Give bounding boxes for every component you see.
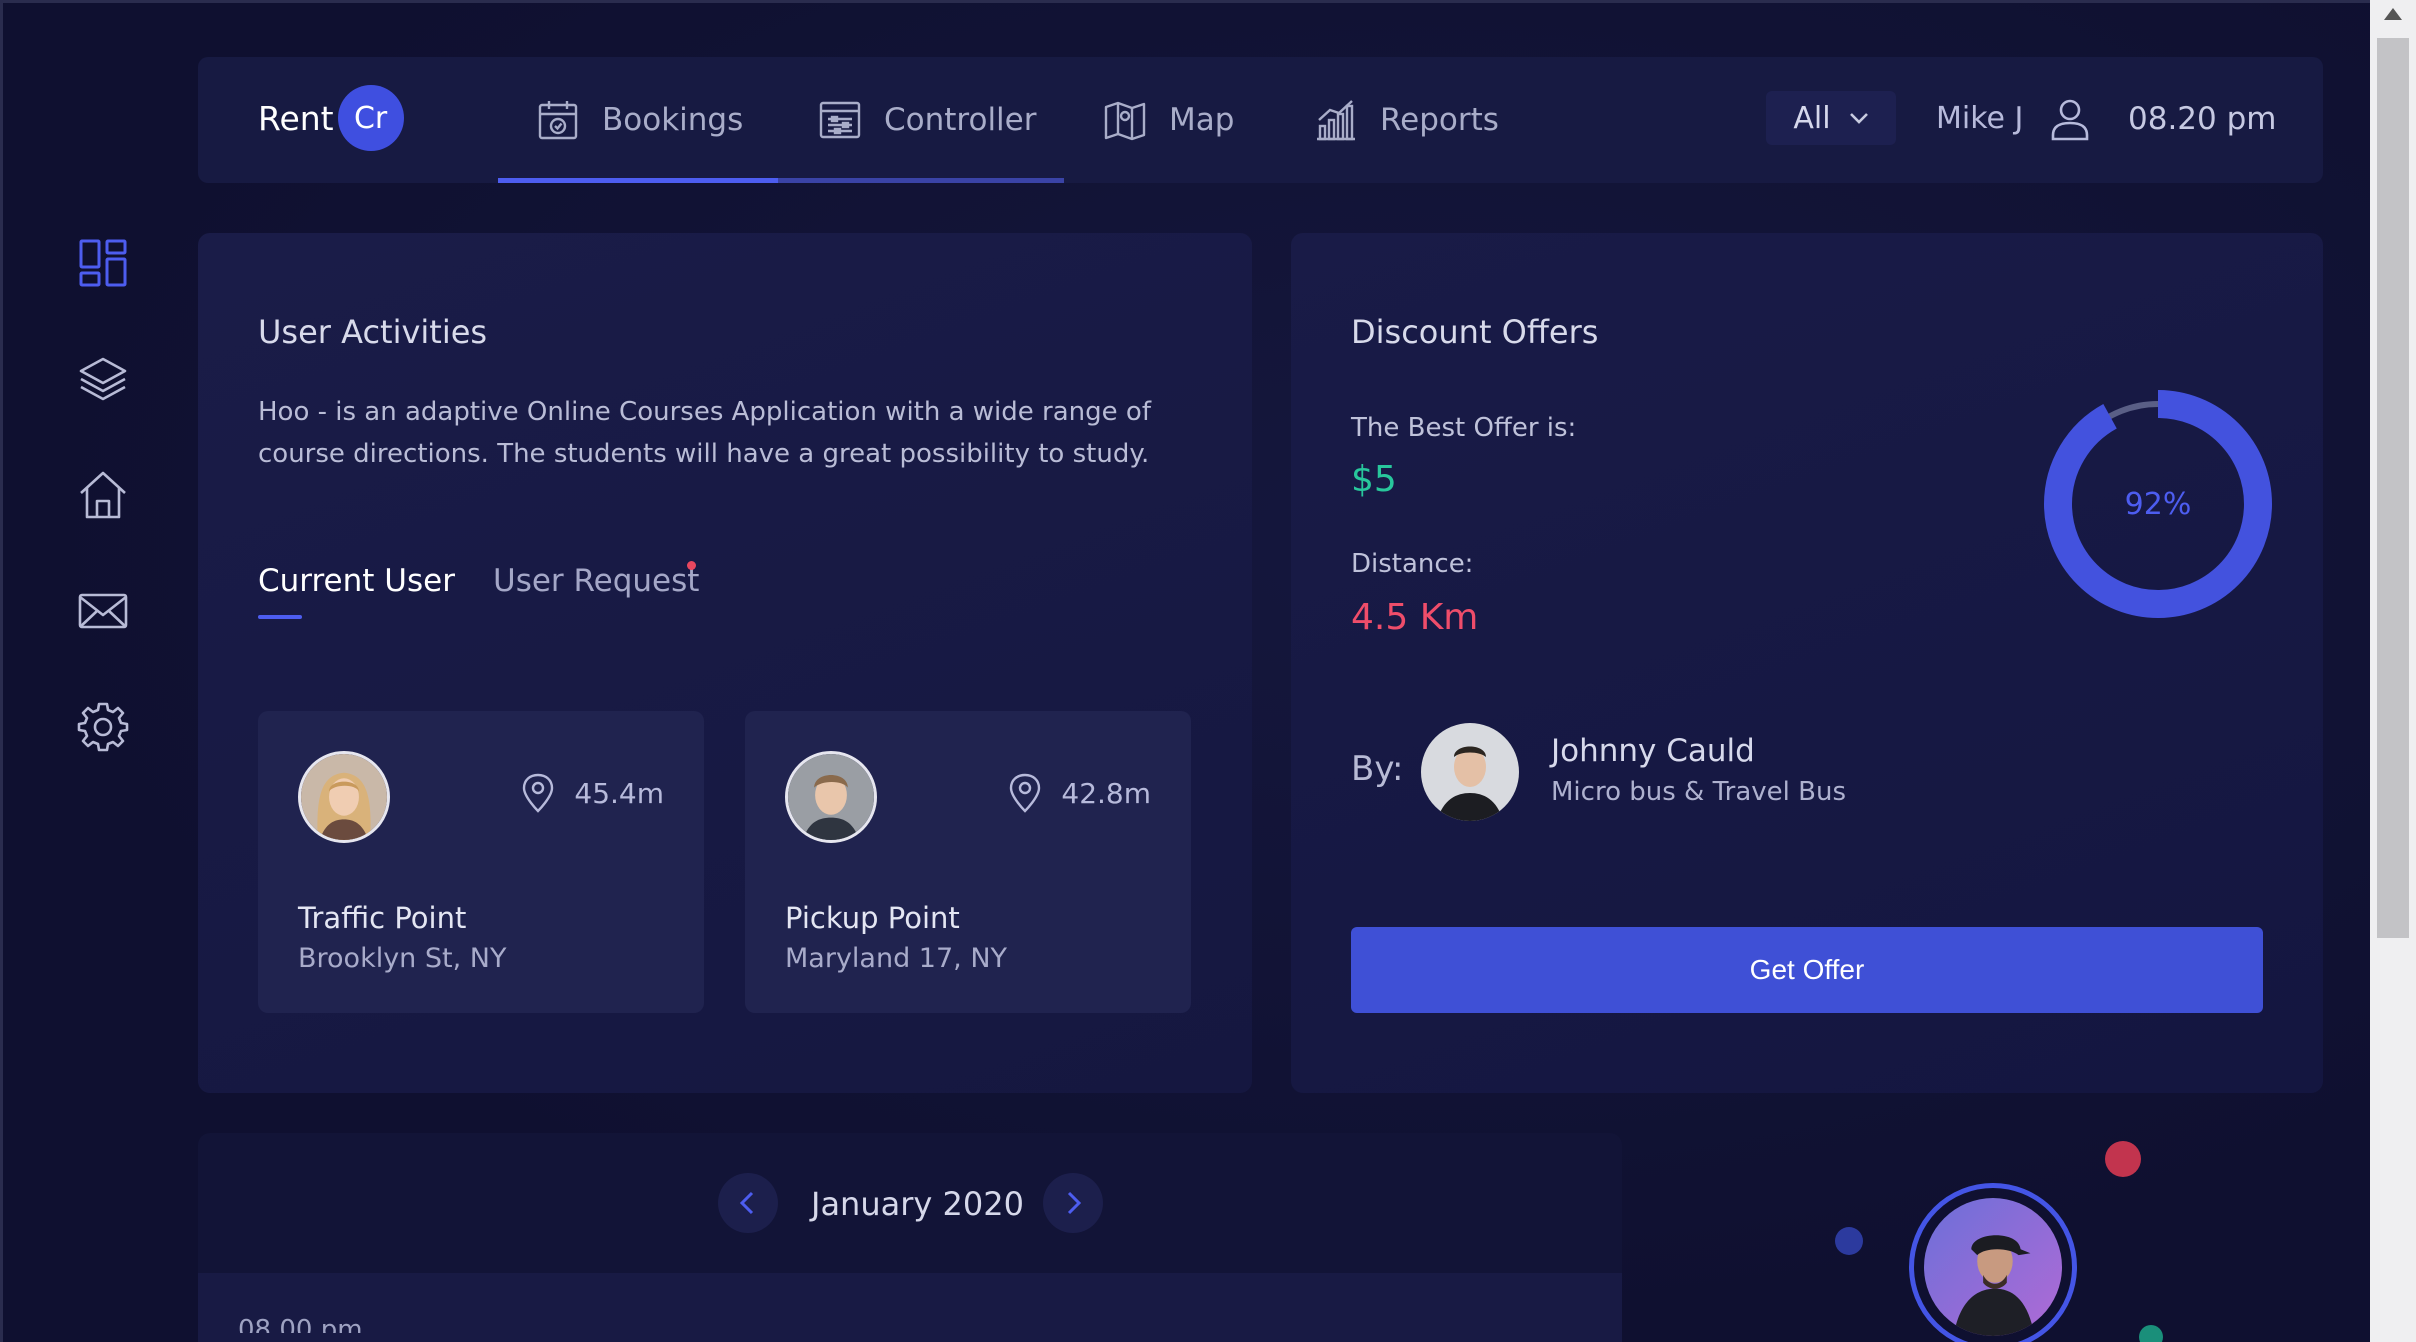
location-name: Pickup Point — [785, 901, 960, 935]
filter-dropdown[interactable]: All — [1766, 91, 1896, 145]
tab-controller[interactable]: Controller — [818, 57, 1037, 183]
location-name: Traffic Point — [298, 901, 467, 935]
calendar-time-slot: 08.00 pm — [238, 1315, 363, 1333]
mail-icon — [78, 593, 128, 629]
tab-hover-indicator — [778, 178, 1064, 183]
current-time: 08.20 pm — [2128, 101, 2277, 137]
distance-value: 4.5 Km — [1351, 597, 1479, 638]
location-pin-icon — [1010, 773, 1041, 813]
calendar-next-button[interactable] — [1043, 1173, 1103, 1233]
best-offer-label: The Best Offer is: — [1351, 413, 1577, 443]
calendar-panel: January 2020 08.00 pm — [198, 1133, 1622, 1342]
brand-text: Rent — [258, 98, 334, 138]
get-offer-button[interactable]: Get Offer — [1351, 927, 2263, 1013]
tab-current-user[interactable]: Current User — [258, 563, 455, 599]
tab-controller-label: Controller — [884, 102, 1037, 138]
calendar-check-icon — [538, 101, 578, 140]
location-distance-value: 45.4m — [574, 776, 664, 810]
tab-map[interactable]: Map — [1103, 57, 1234, 183]
location-address: Brooklyn St, NY — [298, 943, 507, 974]
location-card[interactable]: 42.8m Pickup Point Maryland 17, NY — [745, 711, 1191, 1013]
progress-label: 92% — [2124, 486, 2192, 522]
tab-reports-label: Reports — [1380, 102, 1499, 138]
tab-bookings[interactable]: Bookings — [536, 57, 743, 183]
scroll-up-arrow[interactable] — [2384, 8, 2402, 20]
app-frame: Rent Cr Bookings Controller Map Reports … — [0, 0, 2370, 1342]
tab-active-indicator — [498, 178, 778, 183]
sidebar — [73, 233, 133, 813]
user-name[interactable]: Mike J — [1936, 101, 2023, 136]
distance-label: Distance: — [1351, 549, 1474, 579]
calendar-body — [198, 1273, 1622, 1342]
location-distance: 42.8m — [1007, 773, 1151, 813]
driver-subtitle: Micro bus & Travel Bus — [1551, 777, 1846, 807]
brand-logo[interactable]: Rent Cr — [258, 85, 404, 151]
user-icon[interactable] — [2050, 97, 2090, 141]
location-distance: 45.4m — [520, 773, 664, 813]
card-title: Discount Offers — [1351, 313, 1599, 351]
brand-badge: Cr — [337, 85, 404, 151]
map-icon — [1104, 101, 1146, 141]
chevron-left-icon — [739, 1191, 754, 1215]
decorative-dot — [1835, 1227, 1863, 1255]
scrollbar[interactable] — [2370, 0, 2416, 1342]
notification-dot — [687, 561, 696, 570]
tab-bookings-label: Bookings — [602, 102, 744, 138]
user-activities-card: User Activities Hoo - is an adaptive Onl… — [198, 233, 1252, 1093]
card-title: User Activities — [258, 313, 488, 351]
sidebar-item-dashboard[interactable] — [73, 233, 133, 293]
location-card[interactable]: 45.4m Traffic Point Brooklyn St, NY — [258, 711, 704, 1013]
discount-offers-card: Discount Offers The Best Offer is: $5 Di… — [1291, 233, 2323, 1093]
filter-dropdown-value: All — [1793, 100, 1831, 136]
by-label: By: — [1351, 749, 1404, 789]
sliders-icon — [819, 101, 861, 139]
chevron-down-icon — [1849, 113, 1868, 124]
driver-name: Johnny Cauld — [1551, 733, 1755, 769]
tab-map-label: Map — [1169, 102, 1235, 138]
location-distance-value: 42.8m — [1061, 776, 1151, 810]
sidebar-item-home[interactable] — [73, 465, 133, 525]
home-icon — [80, 471, 126, 519]
location-pin-icon — [523, 773, 554, 813]
layers-icon — [79, 357, 127, 401]
top-navbar: Rent Cr Bookings Controller Map Reports … — [198, 57, 2323, 183]
decorative-dot — [2105, 1141, 2141, 1177]
subtab-active-indicator — [258, 615, 302, 619]
scrollbar-thumb[interactable] — [2377, 38, 2409, 938]
tab-user-request[interactable]: User Request — [493, 563, 699, 599]
bar-chart-icon — [1317, 100, 1355, 141]
calendar-month: January 2020 — [811, 1185, 1024, 1223]
dashboard-icon — [79, 239, 127, 287]
avatar — [785, 751, 877, 843]
calendar-prev-button[interactable] — [718, 1173, 778, 1233]
gear-icon — [77, 702, 129, 752]
profile-avatar[interactable] — [1909, 1183, 2077, 1342]
location-address: Maryland 17, NY — [785, 943, 1008, 974]
avatar[interactable] — [1421, 723, 1519, 821]
best-offer-value: $5 — [1351, 459, 1397, 500]
decorative-dot — [2139, 1325, 2163, 1342]
sidebar-item-mail[interactable] — [73, 581, 133, 641]
sidebar-item-settings[interactable] — [73, 697, 133, 757]
avatar — [298, 751, 390, 843]
tab-reports[interactable]: Reports — [1314, 57, 1499, 183]
chevron-right-icon — [1067, 1191, 1082, 1215]
activities-description: Hoo - is an adaptive Online Courses Appl… — [258, 397, 1151, 469]
sidebar-item-layers[interactable] — [73, 349, 133, 409]
